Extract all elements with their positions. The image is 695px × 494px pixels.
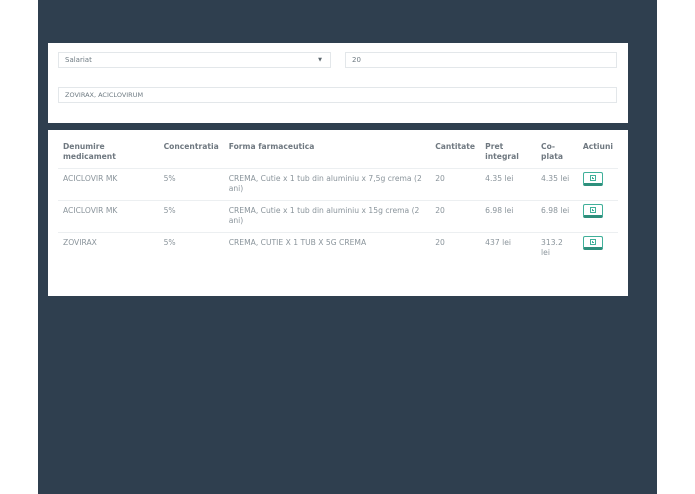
table-row: ACICLOVIR MK 5% CREMA, Cutie x 1 tub din… (58, 200, 618, 233)
add-button[interactable] (582, 236, 603, 250)
cell-quantity: 20 (430, 232, 481, 264)
table-row: ACICLOVIR MK 5% CREMA, Cutie x 1 tub din… (58, 168, 618, 201)
cell-copay: 4.35 lei (536, 168, 578, 201)
cell-copay: 313.2 lei (536, 232, 578, 264)
header-quantity: Cantitate (435, 142, 476, 151)
table-row: ZOVIRAX 5% CREMA, CUTIE X 1 TUB X 5G CRE… (58, 232, 618, 264)
results-panel: Denumire medicament Concentratia Forma f… (48, 130, 628, 296)
add-button[interactable] (582, 172, 603, 186)
table-header-row: Denumire medicament Concentratia Forma f… (58, 139, 618, 169)
cell-form: CREMA, Cutie x 1 tub din aluminiu x 15g … (223, 200, 431, 233)
cell-name: ACICLOVIR MK (58, 168, 159, 201)
cell-copay: 6.98 lei (536, 200, 578, 233)
cell-full-price: 437 lei (480, 232, 537, 264)
cell-form: CREMA, Cutie x 1 tub din aluminiu x 7,5g… (223, 168, 431, 201)
quantity-input[interactable]: 20 (345, 52, 617, 68)
medication-search-input[interactable]: ZOVIRAX, ACICLOVIRUM (58, 87, 617, 103)
cell-form: CREMA, CUTIE X 1 TUB X 5G CREMA (223, 232, 431, 264)
insurance-category-value: Salariat (65, 56, 92, 64)
cell-actions (577, 168, 618, 201)
cell-concentration: 5% (158, 200, 224, 233)
header-copay: Co-plata (541, 142, 563, 161)
cell-name: ZOVIRAX (58, 232, 159, 264)
cell-quantity: 20 (430, 168, 481, 201)
cell-actions (577, 232, 618, 264)
add-button[interactable] (582, 204, 603, 218)
header-concentration: Concentratia (163, 142, 219, 151)
header-actions: Actiuni (582, 142, 613, 151)
insurance-category-select[interactable]: Salariat ▼ (58, 52, 331, 68)
cell-quantity: 20 (430, 200, 481, 233)
cell-name: ACICLOVIR MK (58, 200, 159, 233)
cell-full-price: 6.98 lei (480, 200, 537, 233)
search-panel: Salariat ▼ 20 ZOVIRAX, ACICLOVIRUM (48, 43, 628, 123)
cell-concentration: 5% (158, 168, 224, 201)
header-form: Forma farmaceutica (228, 142, 315, 151)
plus-square-icon (589, 239, 596, 245)
plus-square-icon (589, 207, 596, 213)
caret-down-icon: ▼ (318, 57, 322, 63)
header-full-price: Pret integral (485, 142, 519, 161)
cell-actions (577, 200, 618, 233)
cell-full-price: 4.35 lei (480, 168, 537, 201)
cell-concentration: 5% (158, 232, 224, 264)
plus-square-icon (589, 175, 596, 181)
header-name: Denumire medicament (63, 142, 116, 161)
app-background: Salariat ▼ 20 ZOVIRAX, ACICLOVIRUM Denum… (38, 0, 657, 494)
medication-table: Denumire medicament Concentratia Forma f… (58, 139, 618, 264)
